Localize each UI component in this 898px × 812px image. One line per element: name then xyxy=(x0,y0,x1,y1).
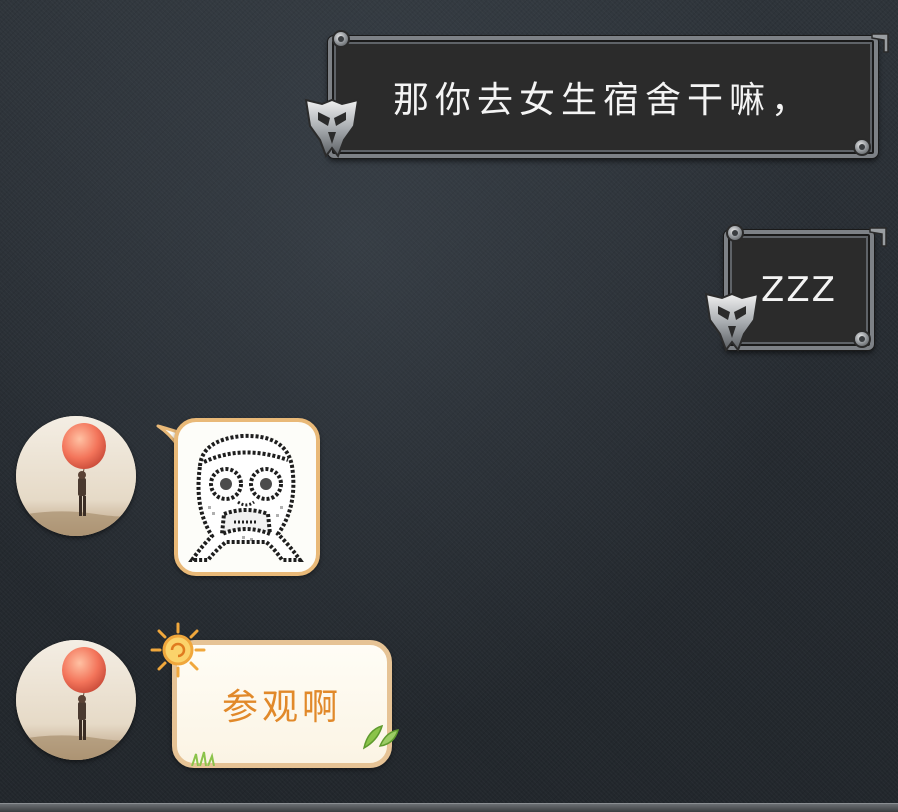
message-row-incoming xyxy=(14,414,334,584)
bolt-icon xyxy=(726,224,744,242)
message-row-outgoing: 那你去女生宿舍干嘛， xyxy=(300,26,890,166)
balloon-person-image xyxy=(16,640,136,760)
rage-face-sticker xyxy=(188,433,304,562)
bolt-icon xyxy=(853,138,871,156)
bolt-icon xyxy=(332,30,350,48)
decepticon-icon xyxy=(304,98,360,159)
balloon-person-image xyxy=(16,416,136,536)
avatar[interactable] xyxy=(16,640,136,760)
message-text: ZZZ xyxy=(761,270,837,310)
corner-fin-icon xyxy=(871,33,889,53)
incoming-sticker-bubble[interactable] xyxy=(174,418,320,576)
message-row-incoming: 参观啊 xyxy=(14,616,414,786)
outgoing-message-bubble[interactable]: 那你去女生宿舍干嘛， xyxy=(328,36,878,158)
avatar[interactable] xyxy=(16,416,136,536)
corner-fin-icon xyxy=(869,227,887,247)
message-text: 参观啊 xyxy=(221,687,342,728)
grass-icon xyxy=(191,751,215,766)
leaf-icon xyxy=(362,724,400,750)
bolt-icon xyxy=(853,330,871,348)
decepticon-icon xyxy=(704,292,760,353)
sun-icon xyxy=(150,622,206,678)
message-text: 那你去女生宿舍干嘛， xyxy=(392,80,813,121)
bottom-bar xyxy=(0,803,898,812)
message-row-outgoing: ZZZ xyxy=(700,218,890,358)
